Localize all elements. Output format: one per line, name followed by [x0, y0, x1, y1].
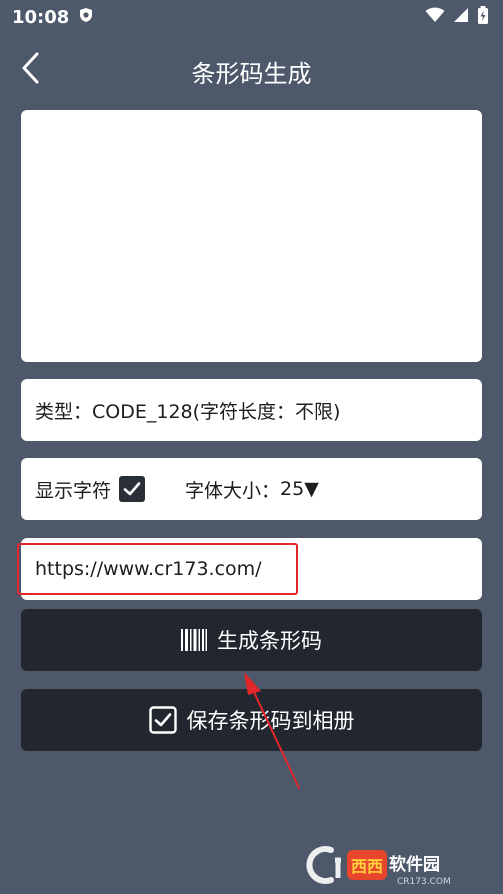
- type-value: CODE_128(字符长度：不限): [92, 400, 341, 423]
- show-chars-label: 显示字符: [35, 479, 112, 502]
- content-input-card: [21, 538, 482, 600]
- checkbox-icon: [148, 706, 177, 734]
- font-size-label: 字体大小：: [185, 479, 281, 502]
- wifi-icon: [425, 7, 445, 27]
- font-size-value: 25: [280, 478, 305, 500]
- checkmark-icon: [123, 482, 141, 496]
- options-row: 显示字符 字体大小： 25 ▼: [21, 458, 482, 520]
- watermark-text-a: 西西: [351, 857, 383, 876]
- watermark-logo: 西西 软件园 CR173.COM: [306, 846, 451, 887]
- save-button-label: 保存条形码到相册: [186, 709, 355, 733]
- status-time: 10:08: [12, 6, 70, 28]
- generate-barcode-button[interactable]: 生成条形码: [21, 609, 482, 671]
- battery-charging-icon: [477, 6, 489, 28]
- barcode-icon: [181, 629, 207, 651]
- watermark-site: CR173.COM: [397, 877, 451, 887]
- barcode-preview: [21, 110, 482, 362]
- status-left: 10:08: [12, 7, 93, 28]
- dropdown-arrow-icon: ▼: [304, 478, 319, 500]
- page-title: 条形码生成: [191, 60, 312, 88]
- barcode-content-input[interactable]: [35, 558, 468, 580]
- status-bar: 10:08: [0, 0, 503, 34]
- show-chars-checkbox[interactable]: [119, 476, 146, 502]
- type-label: 类型：: [35, 400, 93, 423]
- status-right: [425, 6, 489, 28]
- font-size-dropdown[interactable]: 字体大小： 25 ▼: [185, 476, 319, 503]
- shield-icon: [79, 7, 93, 27]
- watermark-text-b: 软件园: [389, 854, 440, 875]
- signal-icon: [453, 7, 469, 27]
- barcode-type-selector[interactable]: 类型： CODE_128(字符长度：不限): [21, 379, 482, 441]
- app-header: 条形码生成: [0, 40, 503, 96]
- save-to-album-button[interactable]: 保存条形码到相册: [21, 689, 482, 751]
- generate-button-label: 生成条形码: [217, 629, 322, 653]
